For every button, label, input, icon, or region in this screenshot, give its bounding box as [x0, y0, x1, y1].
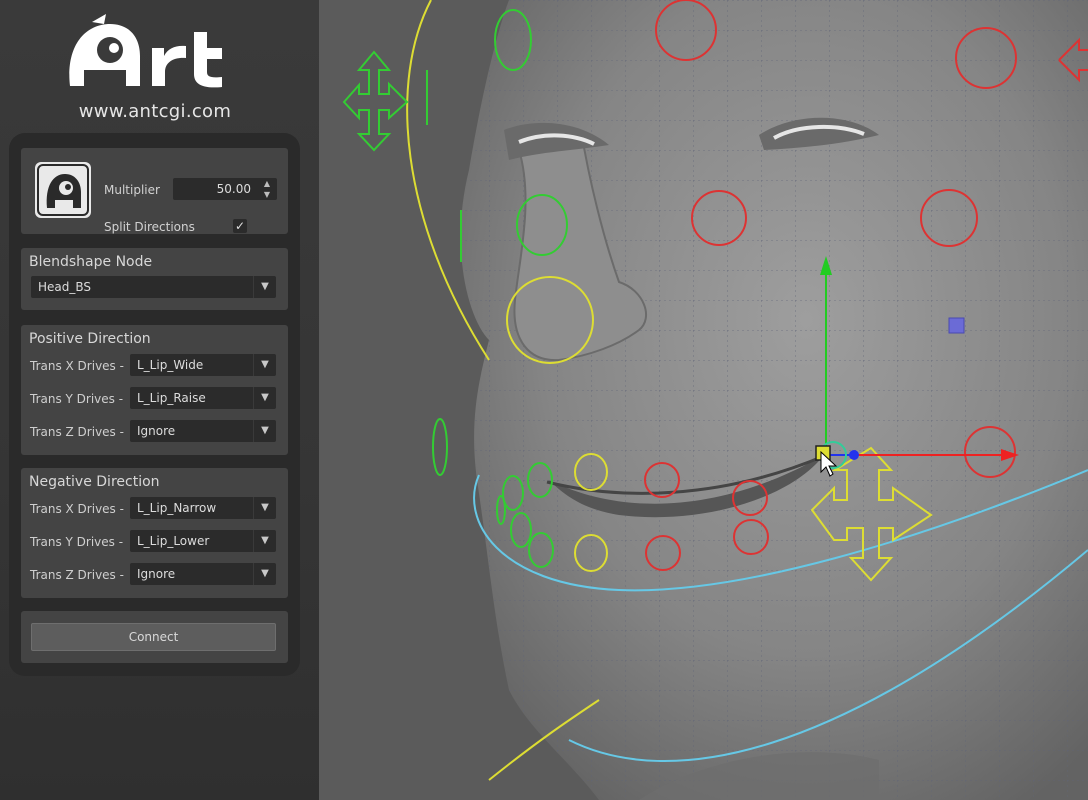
- art-logo: [69, 14, 222, 88]
- neg-trans-z-dropdown[interactable]: Ignore ▼: [130, 563, 276, 585]
- neg-trans-z-label: Trans Z Drives -: [30, 568, 124, 582]
- negative-direction-title: Negative Direction: [29, 474, 160, 490]
- 3d-viewport[interactable]: [319, 0, 1088, 800]
- spin-up-icon[interactable]: ▲: [259, 178, 275, 189]
- settings-section: Multiplier 50.00 ▲ ▼ Split Directions ✓: [21, 148, 288, 234]
- site-url[interactable]: www.antcgi.com: [0, 101, 310, 122]
- chevron-down-icon: ▼: [253, 530, 276, 552]
- tool-logo-icon: [35, 162, 91, 218]
- neg-trans-y-dropdown[interactable]: L_Lip_Lower ▼: [130, 530, 276, 552]
- positive-direction-section: Positive Direction Trans X Drives - L_Li…: [21, 325, 288, 455]
- chevron-down-icon: ▼: [253, 387, 276, 409]
- multiplier-label: Multiplier: [104, 183, 160, 197]
- blendshape-dropdown[interactable]: Head_BS ▼: [31, 276, 276, 298]
- pos-trans-z-value: Ignore: [137, 424, 176, 438]
- pos-trans-y-label: Trans Y Drives -: [30, 392, 124, 406]
- blendshape-section: Blendshape Node Head_BS ▼: [21, 248, 288, 310]
- neg-trans-x-label: Trans X Drives -: [30, 502, 124, 516]
- tool-panel: www.antcgi.com Multiplier 50.00 ▲ ▼ Spli…: [0, 0, 319, 800]
- pos-trans-z-label: Trans Z Drives -: [30, 425, 124, 439]
- chevron-down-icon: ▼: [253, 420, 276, 442]
- connect-button[interactable]: Connect: [31, 623, 276, 651]
- blendshape-connector-window: Multiplier 50.00 ▲ ▼ Split Directions ✓ …: [9, 133, 300, 676]
- negative-direction-section: Negative Direction Trans X Drives - L_Li…: [21, 468, 288, 598]
- neg-trans-y-value: L_Lip_Lower: [137, 534, 210, 548]
- pos-trans-x-dropdown[interactable]: L_Lip_Wide ▼: [130, 354, 276, 376]
- pos-trans-y-dropdown[interactable]: L_Lip_Raise ▼: [130, 387, 276, 409]
- blendshape-title: Blendshape Node: [29, 254, 153, 270]
- neg-trans-y-label: Trans Y Drives -: [30, 535, 124, 549]
- split-directions-checkbox[interactable]: ✓: [233, 219, 247, 233]
- chevron-down-icon: ▼: [253, 276, 276, 298]
- neg-trans-z-value: Ignore: [137, 567, 176, 581]
- chevron-down-icon: ▼: [253, 497, 276, 519]
- chevron-down-icon: ▼: [253, 354, 276, 376]
- blendshape-value: Head_BS: [38, 280, 92, 294]
- pos-trans-z-dropdown[interactable]: Ignore ▼: [130, 420, 276, 442]
- spin-down-icon[interactable]: ▼: [259, 189, 275, 200]
- split-directions-label: Split Directions: [104, 220, 195, 234]
- viewport-canvas[interactable]: [319, 0, 1088, 800]
- pos-trans-x-label: Trans X Drives -: [30, 359, 124, 373]
- connect-section: Connect: [21, 611, 288, 663]
- multiplier-value: 50.00: [216, 182, 251, 196]
- pos-trans-y-value: L_Lip_Raise: [137, 391, 206, 405]
- head-mesh: [460, 0, 1088, 800]
- pos-trans-x-value: L_Lip_Wide: [137, 358, 204, 372]
- brand-header: www.antcgi.com: [0, 0, 319, 130]
- neg-trans-x-value: L_Lip_Narrow: [137, 501, 217, 515]
- chevron-down-icon: ▼: [253, 563, 276, 585]
- positive-direction-title: Positive Direction: [29, 331, 151, 347]
- neg-trans-x-dropdown[interactable]: L_Lip_Narrow ▼: [130, 497, 276, 519]
- multiplier-spinbox[interactable]: 50.00 ▲ ▼: [173, 178, 277, 200]
